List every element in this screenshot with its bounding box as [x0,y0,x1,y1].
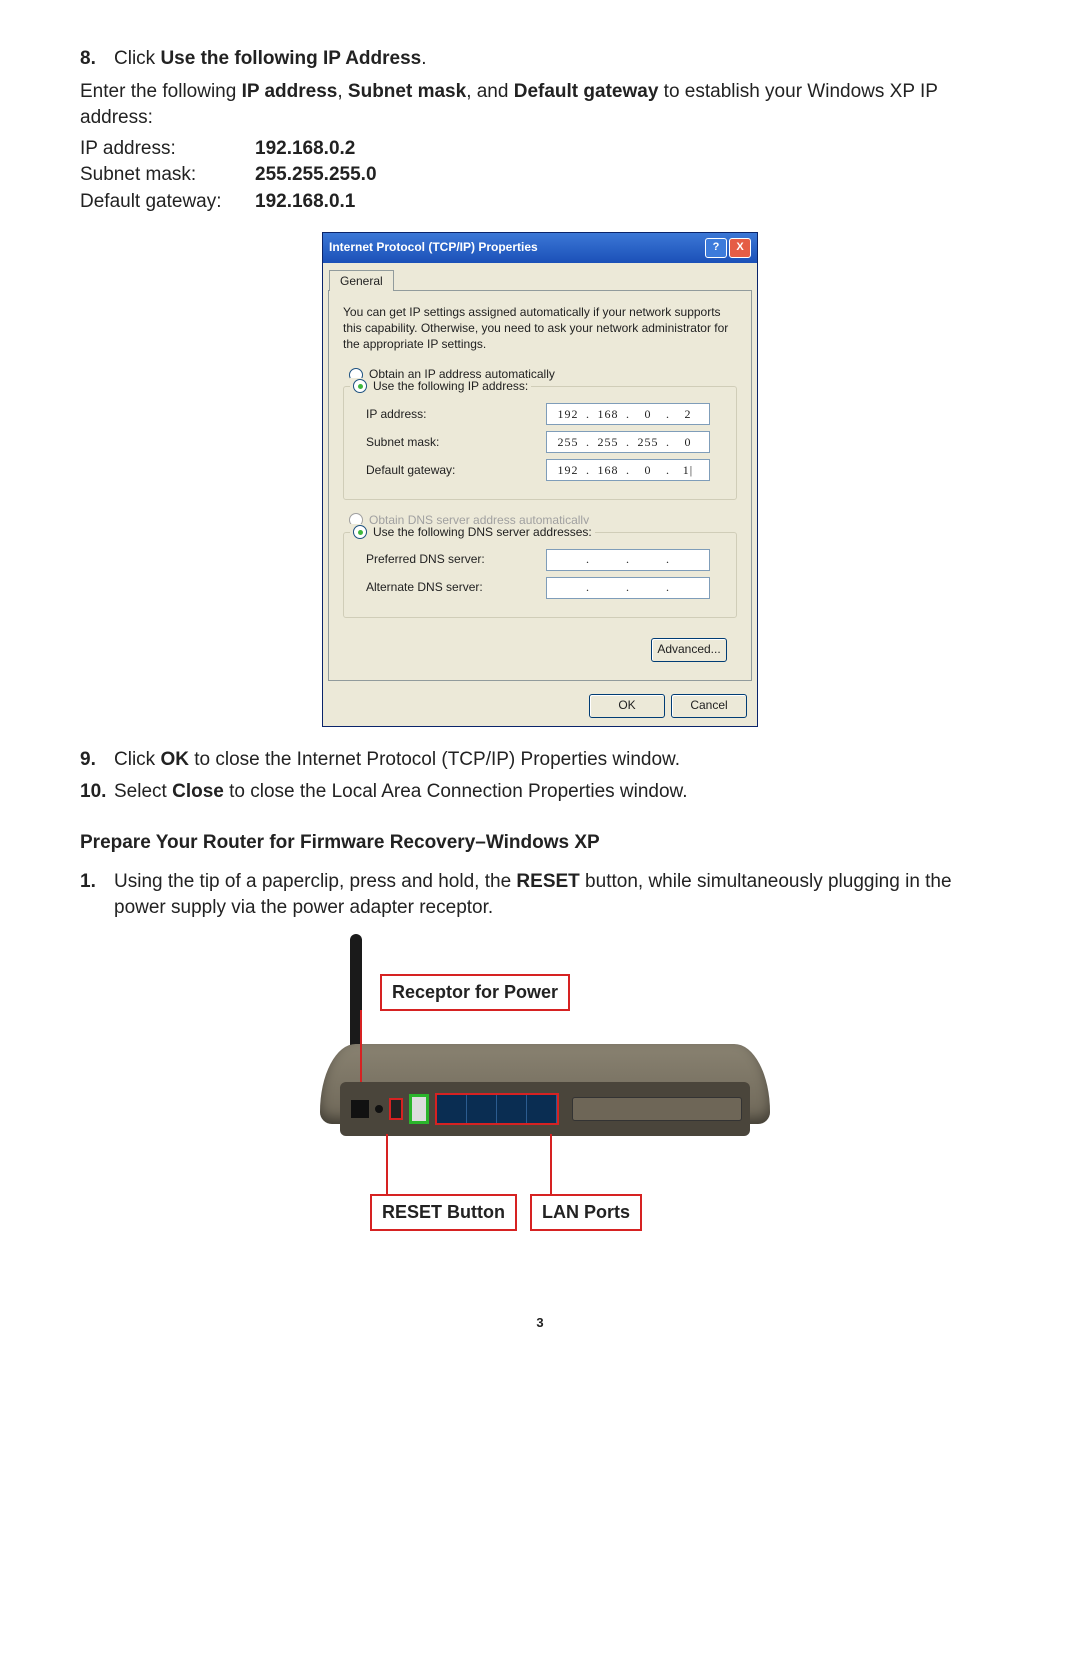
dns-group: Use the following DNS server addresses: … [343,532,737,618]
reset-button-icon [389,1098,403,1120]
cancel-button[interactable]: Cancel [671,694,747,718]
advanced-button[interactable]: Advanced... [651,638,727,662]
preferred-dns-field[interactable]: ... [546,549,710,571]
callout-receptor-power: Receptor for Power [380,974,570,1011]
card-slot-icon [572,1097,742,1121]
ip-settings-table: IP address:192.168.0.2 Subnet mask:255.2… [80,136,1000,216]
ip-group: Use the following IP address: IP address… [343,386,737,500]
radio-use-following-dns[interactable]: Use the following DNS server addresses: [350,524,595,541]
dialog-titlebar: Internet Protocol (TCP/IP) Properties ? … [323,233,757,263]
close-icon[interactable]: X [729,238,751,258]
callout-lan-ports: LAN Ports [530,1194,642,1231]
usb-port-icon [409,1094,429,1124]
help-icon[interactable]: ? [705,238,727,258]
step-9: 9. Click OK to close the Internet Protoc… [80,747,1000,774]
tcpip-properties-dialog: Internet Protocol (TCP/IP) Properties ? … [322,232,758,727]
default-gateway-field[interactable]: 192.168.0.1| [546,459,710,481]
router-diagram: Receptor for Power RESET Button LAN Port… [300,934,780,1254]
lan-ports-icon [435,1093,559,1125]
ok-button[interactable]: OK [589,694,665,718]
step-1-router: 1. Using the tip of a paperclip, press a… [80,869,1000,922]
radio-use-following-ip[interactable]: Use the following IP address: [350,378,531,395]
subnet-mask-field[interactable]: 255.255.255.0 [546,431,710,453]
section-heading: Prepare Your Router for Firmware Recover… [80,830,1000,857]
page-number: 3 [80,1314,1000,1332]
ip-address-field[interactable]: 192.168.0.2 [546,403,710,425]
intro-text: Enter the following IP address, Subnet m… [80,79,1000,132]
callout-reset-button: RESET Button [370,1194,517,1231]
alternate-dns-field[interactable]: ... [546,577,710,599]
step-8: 8. Click Use the following IP Address. [80,46,1000,73]
dialog-description: You can get IP settings assigned automat… [343,305,737,352]
router-ports-panel [340,1082,750,1136]
tab-general[interactable]: General [329,270,394,292]
step-10: 10. Select Close to close the Local Area… [80,779,1000,806]
power-port-icon [351,1100,369,1118]
dialog-panel: You can get IP settings assigned automat… [328,290,752,680]
dialog-title: Internet Protocol (TCP/IP) Properties [329,239,703,256]
